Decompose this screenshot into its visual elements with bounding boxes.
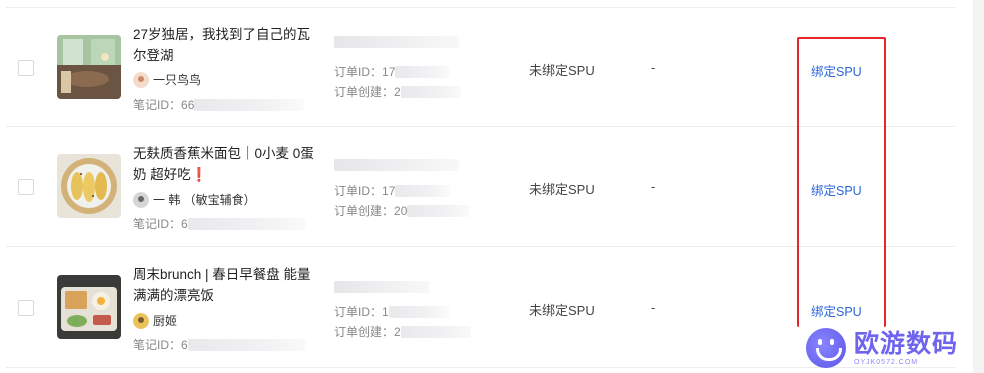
row-checkbox[interactable] xyxy=(18,300,34,316)
order-id: 订单ID： 1 xyxy=(334,303,449,320)
spu-value: - xyxy=(651,179,656,194)
order-id: 订单ID： 17 xyxy=(334,182,451,199)
note-title[interactable]: 27岁独居，我找到了自己的瓦尔登湖 xyxy=(133,24,323,66)
smiley-logo-icon xyxy=(806,328,846,368)
avatar xyxy=(133,312,149,329)
order-created: 订单创建： 2 xyxy=(334,323,471,340)
avatar xyxy=(133,191,149,208)
redacted-order-date xyxy=(407,204,470,217)
order-created: 订单创建： 20 xyxy=(334,202,470,219)
order-created: 订单创建： 2 xyxy=(334,83,461,100)
spu-value: - xyxy=(651,60,656,75)
redacted-note-id xyxy=(187,217,306,230)
note-id: 笔记ID： 6 xyxy=(133,336,306,353)
author-name: 一 韩 （敏宝辅食） xyxy=(153,193,256,207)
room-interior-photo[interactable] xyxy=(57,35,121,99)
redacted-note-id xyxy=(194,98,305,111)
note-title[interactable]: 无麸质香蕉米面包｜0小麦 0蛋奶 超好吃❗ xyxy=(133,143,323,185)
binding-status: 未绑定SPU xyxy=(529,63,595,78)
note-author: 一 韩 （敏宝辅食） xyxy=(133,191,256,208)
binding-status: 未绑定SPU xyxy=(529,303,595,318)
author-name: 一只鸟鸟 xyxy=(153,73,202,87)
row-checkbox[interactable] xyxy=(18,179,34,195)
row-checkbox[interactable] xyxy=(18,60,34,76)
redacted-order-date xyxy=(400,325,471,338)
bind-spu-link[interactable]: 绑定SPU xyxy=(811,61,862,80)
redacted-order-id xyxy=(395,184,451,197)
note-author: 一只鸟鸟 xyxy=(133,71,201,88)
note-id: 笔记ID： 66 xyxy=(133,96,305,113)
note-id: 笔记ID： 6 xyxy=(133,215,306,232)
redacted-product-name xyxy=(334,36,459,48)
watermark: 欧游数码 OYJK0572.COM xyxy=(806,323,984,373)
order-id: 订单ID： 17 xyxy=(334,63,451,80)
note-title[interactable]: 周末brunch | 春日早餐盘 能量满满的漂亮饭 xyxy=(133,264,323,306)
table-row: 27岁独居，我找到了自己的瓦尔登湖 一只鸟鸟 笔记ID： 66 订单ID： 17 订… xyxy=(6,7,955,127)
table-row: 无麸质香蕉米面包｜0小麦 0蛋奶 超好吃❗ 一 韩 （敏宝辅食） 笔记ID： 6 … xyxy=(6,127,955,247)
orders-table: 27岁独居，我找到了自己的瓦尔登湖 一只鸟鸟 笔记ID： 66 订单ID： 17 订… xyxy=(0,0,955,373)
redacted-order-id xyxy=(388,305,449,318)
brunch-plate-photo[interactable] xyxy=(57,275,121,339)
redacted-order-date xyxy=(400,85,461,98)
avatar xyxy=(133,71,149,88)
binding-status: 未绑定SPU xyxy=(529,182,595,197)
watermark-url: OYJK0572.COM xyxy=(854,359,919,366)
redacted-order-id xyxy=(395,65,451,78)
bind-spu-link[interactable]: 绑定SPU xyxy=(811,180,862,199)
author-name: 厨姬 xyxy=(153,314,178,328)
redacted-product-name xyxy=(334,159,459,171)
bind-spu-link[interactable]: 绑定SPU xyxy=(811,301,862,320)
redacted-note-id xyxy=(187,338,306,351)
redacted-product-name xyxy=(334,281,429,293)
banana-bread-photo[interactable] xyxy=(57,154,121,218)
scrollbar[interactable] xyxy=(973,0,984,373)
spu-value: - xyxy=(651,300,656,315)
note-author: 厨姬 xyxy=(133,312,177,329)
watermark-text: 欧游数码 xyxy=(854,329,959,358)
